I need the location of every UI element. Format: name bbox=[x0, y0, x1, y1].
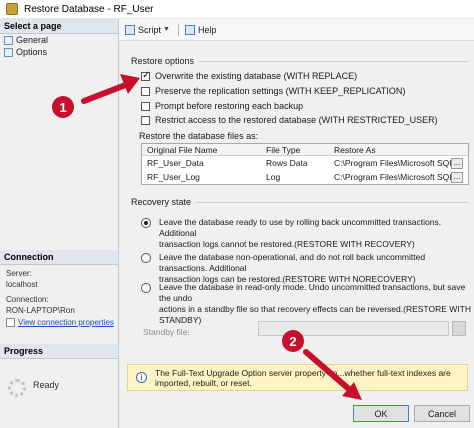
column-header-file-type: File Type bbox=[266, 144, 301, 155]
recovery-option-norecovery[interactable]: Leave the database non-operational, and … bbox=[141, 252, 474, 285]
window-title: Restore Database - RF_User bbox=[24, 3, 154, 15]
connection-info: Server: localhost Connection: RON-LAPTOP… bbox=[6, 268, 75, 316]
file-type-cell: Log bbox=[266, 172, 281, 182]
standby-browse-button[interactable] bbox=[452, 321, 466, 336]
ok-button[interactable]: OK bbox=[353, 405, 409, 422]
progress-header: Progress bbox=[0, 344, 118, 359]
radio-button bbox=[141, 218, 151, 228]
database-restore-icon bbox=[6, 3, 18, 15]
overwrite-label: Overwrite the existing database (WITH RE… bbox=[155, 71, 358, 81]
overwrite-checkbox[interactable]: Overwrite the existing database (WITH RE… bbox=[141, 70, 358, 81]
connection-header: Connection bbox=[0, 250, 118, 265]
table-row[interactable]: RF_User_Log Log C:\Program Files\Microso… bbox=[142, 171, 468, 183]
recovery-option-text: actions in a standby file so that recove… bbox=[159, 304, 471, 314]
connection-value: RON-LAPTOP\Ron bbox=[6, 306, 75, 315]
column-header-original-file: Original File Name bbox=[147, 144, 218, 155]
grid-header-row: Original File Name File Type Restore As bbox=[142, 144, 468, 156]
cancel-button[interactable]: Cancel bbox=[414, 405, 470, 422]
recovery-option-with-recovery[interactable]: Leave the database ready to use by rolli… bbox=[141, 217, 474, 250]
info-text: imported, rebuilt, or reset. bbox=[155, 377, 252, 388]
browse-button[interactable]: ... bbox=[451, 157, 463, 169]
recovery-state-header: Recovery state bbox=[131, 197, 192, 207]
script-button[interactable]: Script ▼ bbox=[125, 24, 170, 35]
script-label: Script bbox=[138, 24, 162, 35]
info-text: The Full-Text Upgrade Option server prop… bbox=[155, 367, 451, 378]
checkbox-box bbox=[141, 70, 150, 81]
restore-options-header: Restore options bbox=[131, 56, 195, 66]
toolbar-divider bbox=[177, 23, 179, 36]
progress-status: Ready bbox=[33, 380, 60, 390]
browse-button[interactable]: ... bbox=[451, 171, 463, 183]
restore-as-cell[interactable]: C:\Program Files\Microsoft SQL... bbox=[334, 158, 452, 168]
connection-label: Connection: bbox=[6, 295, 49, 304]
radio-button bbox=[141, 283, 151, 293]
progress-spinner-icon bbox=[8, 379, 26, 397]
title-bar: Restore Database - RF_User bbox=[0, 0, 474, 19]
help-button[interactable]: Help bbox=[184, 24, 217, 35]
table-row[interactable]: RF_User_Data Rows Data C:\Program Files\… bbox=[142, 157, 468, 169]
view-connection-properties-link[interactable]: View connection properties bbox=[6, 318, 114, 327]
fulltext-info-banner: i The Full-Text Upgrade Option server pr… bbox=[127, 364, 468, 391]
help-icon bbox=[184, 24, 195, 35]
info-icon: i bbox=[136, 372, 147, 383]
divider bbox=[195, 202, 469, 203]
original-file-cell: RF_User_Log bbox=[147, 172, 200, 182]
column-header-restore-as: Restore As bbox=[334, 144, 376, 155]
sidebar-item-options[interactable]: Options bbox=[0, 46, 118, 58]
original-file-cell: RF_User_Data bbox=[147, 158, 204, 168]
sidebar-item-label: Options bbox=[16, 47, 48, 57]
divider bbox=[199, 61, 469, 62]
page-icon bbox=[4, 47, 13, 57]
callout-badge-2: 2 bbox=[282, 330, 304, 352]
view-connection-label: View connection properties bbox=[18, 318, 114, 327]
restore-as-cell[interactable]: C:\Program Files\Microsoft SQL... bbox=[334, 172, 452, 182]
recovery-option-text: Leave the database ready to use by rolli… bbox=[159, 217, 442, 238]
preserve-replication-label: Preserve the replication settings (WITH … bbox=[155, 86, 406, 96]
checkbox-box bbox=[141, 101, 150, 111]
recovery-option-standby[interactable]: Leave the database in read-only mode. Un… bbox=[141, 282, 474, 326]
sidebar-item-label: General bbox=[16, 35, 49, 45]
prompt-before-restore-label: Prompt before restoring each backup bbox=[155, 101, 304, 111]
help-label: Help bbox=[197, 24, 217, 35]
restore-files-label: Restore the database files as: bbox=[139, 131, 259, 141]
server-value: localhost bbox=[6, 280, 38, 289]
restore-files-grid[interactable]: Original File Name File Type Restore As … bbox=[141, 143, 469, 185]
sidebar-item-general[interactable]: General bbox=[0, 34, 118, 46]
checkbox-box bbox=[141, 86, 150, 96]
server-label: Server: bbox=[6, 269, 32, 278]
sidebar: Select a page General Options Connection… bbox=[0, 19, 119, 428]
preserve-replication-checkbox[interactable]: Preserve the replication settings (WITH … bbox=[141, 86, 405, 96]
toolbar: Script ▼ Help bbox=[119, 19, 474, 41]
standby-file-label: Standby file: bbox=[143, 327, 190, 337]
script-icon bbox=[125, 24, 135, 35]
recovery-option-text: Leave the database in read-only mode. Un… bbox=[159, 282, 466, 303]
callout-badge-1: 1 bbox=[52, 96, 74, 118]
restrict-access-label: Restrict access to the restored database… bbox=[155, 115, 438, 125]
checkbox-box bbox=[141, 115, 150, 125]
file-type-cell: Rows Data bbox=[266, 158, 308, 168]
page-icon bbox=[4, 35, 13, 45]
restrict-access-checkbox[interactable]: Restrict access to the restored database… bbox=[141, 115, 438, 125]
select-page-header: Select a page bbox=[0, 19, 118, 34]
chevron-down-icon: ▼ bbox=[163, 26, 170, 33]
recovery-option-text: transaction logs cannot be restored.(RES… bbox=[159, 239, 415, 249]
main-panel: Script ▼ Help Restore options Overwrite … bbox=[119, 19, 474, 428]
prompt-before-restore-checkbox[interactable]: Prompt before restoring each backup bbox=[141, 101, 303, 111]
radio-button bbox=[141, 253, 151, 263]
recovery-option-text: Leave the database non-operational, and … bbox=[159, 252, 426, 273]
properties-icon bbox=[6, 318, 15, 327]
